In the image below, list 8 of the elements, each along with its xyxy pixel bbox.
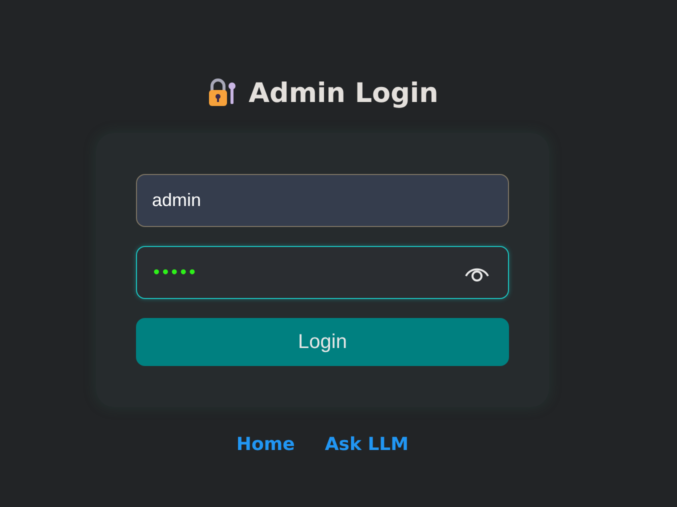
masked-password: ••••• [152,264,198,280]
password-field[interactable]: ••••• [136,246,509,299]
page-title: Admin Login [248,78,438,108]
lock-with-key-icon [206,78,237,108]
nav-link[interactable]: Home [236,434,295,455]
login-button[interactable]: Login [136,318,509,366]
nav-link[interactable]: Ask LLM [324,434,409,455]
username-field[interactable]: admin [136,174,509,227]
